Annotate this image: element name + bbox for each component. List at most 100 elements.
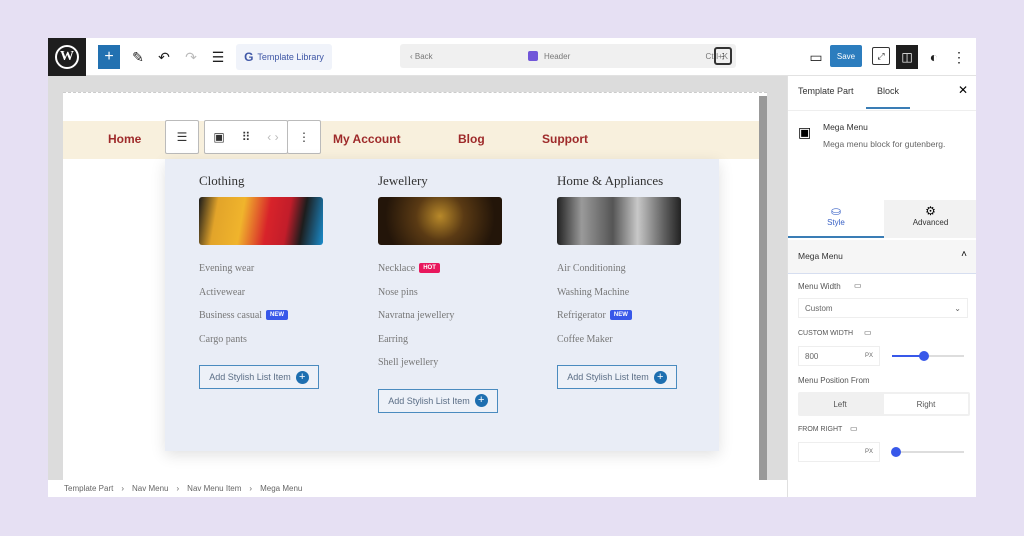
styles-icon[interactable]: ◐ — [924, 45, 944, 69]
add-list-item-button[interactable]: Add Stylish List Item + — [378, 388, 498, 413]
drag-handle-icon[interactable]: ⠿ — [242, 130, 251, 144]
nav-item-my-account[interactable]: My Account — [333, 132, 401, 146]
close-icon[interactable]: ✕ — [958, 83, 968, 97]
list-item[interactable]: Refrigerator NEW — [557, 310, 727, 334]
tab-style[interactable]: ⛀ Style — [788, 200, 884, 238]
list-view-icon[interactable]: ☰ — [208, 45, 228, 69]
document-title: Header — [544, 51, 571, 61]
custom-width-input[interactable]: 800 PX — [798, 346, 880, 366]
desktop-icon[interactable]: ▭ — [864, 328, 872, 337]
breadcrumb-item[interactable]: Nav Menu — [132, 484, 168, 493]
desktop-icon[interactable]: ▭ — [854, 281, 862, 290]
chevron-down-icon: ⌄ — [954, 303, 961, 313]
from-right-label: FROM RIGHT — [798, 426, 843, 433]
list-item[interactable]: Activewear — [199, 287, 369, 311]
list-item[interactable]: Business casual NEW — [199, 310, 369, 334]
nav-item-support[interactable]: Support — [542, 132, 588, 146]
desktop-view-icon[interactable]: ▭ — [808, 45, 824, 69]
block-description: Mega menu block for gutenberg. — [823, 139, 946, 149]
template-library-icon: G — [244, 50, 254, 64]
breadcrumb-item[interactable]: Nav Menu Item — [187, 484, 241, 493]
wordpress-logo[interactable]: W — [48, 38, 86, 76]
nav-item-blog[interactable]: Blog — [458, 132, 485, 146]
new-badge: NEW — [266, 310, 289, 320]
nav-item-home[interactable]: Home — [108, 132, 141, 146]
chevron-up-icon: ˄ — [961, 249, 967, 260]
custom-width-slider[interactable] — [892, 351, 964, 361]
plus-circle-icon: + — [295, 370, 309, 384]
list-item[interactable]: Nose pins — [378, 287, 548, 311]
position-toggle: Left Right — [798, 392, 970, 416]
list-item[interactable]: Evening wear — [199, 263, 369, 287]
from-right-input[interactable]: PX — [798, 442, 880, 462]
options-menu-icon[interactable]: ⋮ — [952, 45, 966, 69]
add-list-item-button[interactable]: Add Stylish List Item + — [557, 365, 677, 389]
editor-window: W + ✎ ↶ ↷ ☰ G Template Library ‹ Back Hea… — [48, 38, 976, 497]
page-preview: Home P My Account Blog Support ☰ ▣⠿‹ › ⋮… — [63, 92, 767, 480]
gear-icon: ⚙ — [925, 204, 936, 218]
header-icon — [528, 51, 538, 61]
menu-width-select[interactable]: Custom ⌄ — [798, 298, 968, 318]
canvas-scrollbar[interactable] — [759, 96, 767, 480]
breadcrumb: Template Part › Nav Menu › Nav Menu Item › … — [48, 480, 787, 497]
chevron-right-icon: › — [249, 484, 253, 493]
mega-column-home-appliances: Home & Appliances Air Conditioning Washi… — [557, 173, 727, 389]
add-list-item-button[interactable]: Add Stylish List Item + — [199, 365, 319, 389]
slider-thumb[interactable] — [919, 351, 930, 361]
plus-circle-icon: + — [474, 394, 488, 407]
column-heading: Clothing — [199, 173, 245, 188]
editor-canvas: Home P My Account Blog Support ☰ ▣⠿‹ › ⋮… — [48, 76, 787, 480]
tab-advanced[interactable]: ⚙ Advanced — [884, 200, 976, 238]
mega-menu-panel-header[interactable]: Mega Menu ˄ — [788, 240, 976, 274]
top-toolbar: W + ✎ ↶ ↷ ☰ G Template Library ‹ Back Hea… — [48, 38, 976, 76]
settings-sidebar: Template Part Block ✕ ▣ Mega Menu Mega m… — [787, 76, 976, 497]
mega-column-clothing: Clothing Evening wear Activewear Busines… — [199, 173, 369, 389]
list-item[interactable]: Cargo pants — [199, 334, 369, 358]
list-item[interactable]: Washing Machine — [557, 287, 727, 311]
position-right-option[interactable]: Right — [884, 394, 968, 414]
block-name: Mega Menu — [823, 122, 868, 132]
move-arrows-icon[interactable]: ‹ › — [267, 130, 278, 144]
parent-block-button[interactable]: ☰ — [165, 120, 199, 154]
position-label: Menu Position From — [798, 376, 870, 385]
add-block-button[interactable]: + — [98, 45, 120, 69]
block-options-button[interactable]: ⋮ — [287, 120, 321, 154]
slider-thumb[interactable] — [890, 447, 901, 457]
breadcrumb-item[interactable]: Mega Menu — [260, 484, 302, 493]
pencil-icon[interactable]: ✎ — [128, 45, 148, 69]
block-toolbar: ▣ ⠿ ‹ › — [204, 120, 288, 154]
save-button[interactable]: Save — [830, 45, 862, 67]
custom-width-label: CUSTOM WIDTH — [798, 330, 854, 337]
from-right-slider[interactable] — [890, 447, 964, 457]
appliances-image — [557, 197, 681, 245]
template-library-button[interactable]: G Template Library — [236, 44, 332, 70]
clothing-image — [199, 197, 323, 245]
mega-menu-block-icon[interactable]: ▣ — [213, 130, 224, 144]
menu-width-label: Menu Width — [798, 282, 841, 291]
desktop-icon[interactable]: ▭ — [850, 424, 858, 433]
list-item[interactable]: Coffee Maker — [557, 334, 727, 358]
preview-device-icon[interactable]: ⋮ — [714, 47, 732, 65]
tab-template-part[interactable]: Template Part — [798, 86, 854, 96]
mega-column-jewellery: Jewellery Necklace HOT Nose pins Navratna… — [378, 173, 548, 413]
column-heading: Jewellery — [378, 173, 428, 188]
breadcrumb-item[interactable]: Template Part — [64, 484, 113, 493]
chevron-right-icon: › — [176, 484, 180, 493]
undo-icon[interactable]: ↶ — [154, 45, 174, 69]
list-item[interactable]: Shell jewellery — [378, 357, 548, 381]
list-item[interactable]: Necklace HOT — [378, 263, 548, 287]
list-item[interactable]: Navratna jewellery — [378, 310, 548, 334]
hot-badge: HOT — [419, 263, 440, 273]
redo-icon[interactable]: ↷ — [181, 45, 201, 69]
style-icon: ⛀ — [830, 204, 842, 218]
list-item[interactable]: Earring — [378, 334, 548, 358]
back-link[interactable]: ‹ Back — [410, 52, 433, 61]
column-heading: Home & Appliances — [557, 173, 664, 188]
tab-block[interactable]: Block — [877, 86, 899, 96]
settings-sidebar-toggle[interactable]: ◫ — [896, 45, 918, 69]
command-bar[interactable]: ‹ Back Header Ctrl+K — [400, 44, 736, 68]
position-left-option[interactable]: Left — [798, 392, 882, 416]
edit-icon[interactable]: ⤢ — [872, 47, 890, 65]
active-tab-indicator — [866, 107, 910, 109]
list-item[interactable]: Air Conditioning — [557, 263, 727, 287]
